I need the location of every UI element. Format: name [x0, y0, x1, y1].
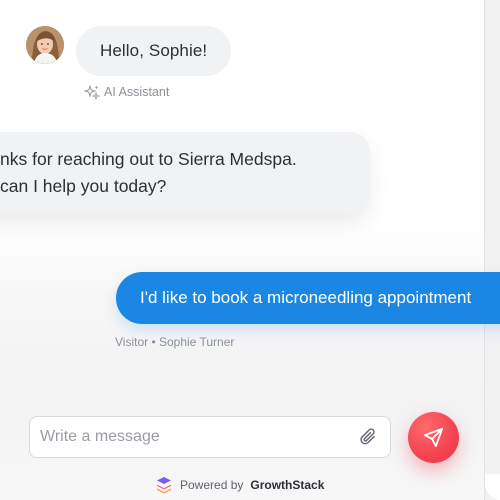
chat-widget: Hello, Sophie! AI Assistant nks for reac… — [0, 0, 500, 500]
powered-by-prefix: Powered by — [180, 478, 244, 492]
powered-by: Powered by GrowthStack — [155, 476, 324, 494]
send-icon — [423, 427, 444, 448]
avatar-photo-icon — [26, 26, 64, 64]
agent-avatar — [26, 26, 64, 64]
assistant-label: AI Assistant — [84, 84, 169, 100]
send-button[interactable] — [408, 412, 459, 463]
user-message-bubble: I'd like to book a microneedling appoint… — [116, 272, 500, 324]
sparkles-icon — [84, 84, 100, 100]
greeting-bubble: Hello, Sophie! — [76, 26, 232, 76]
bot-message-line-1: nks for reaching out to Sierra Medspa. — [0, 149, 297, 169]
message-input[interactable] — [40, 417, 340, 457]
bot-message-line-2: can I help you today? — [0, 176, 167, 196]
growthstack-logo-icon — [157, 477, 171, 494]
user-message-meta: Visitor • Sophie Turner — [115, 335, 235, 349]
bot-message-bubble: nks for reaching out to Sierra Medspa. c… — [0, 132, 370, 214]
assistant-label-text: AI Assistant — [104, 85, 170, 99]
powered-by-brand[interactable]: GrowthStack — [250, 478, 324, 492]
paperclip-icon[interactable] — [358, 426, 380, 448]
message-composer — [29, 416, 391, 458]
widget-edge — [484, 0, 500, 500]
widget-edge-corner — [484, 474, 500, 500]
